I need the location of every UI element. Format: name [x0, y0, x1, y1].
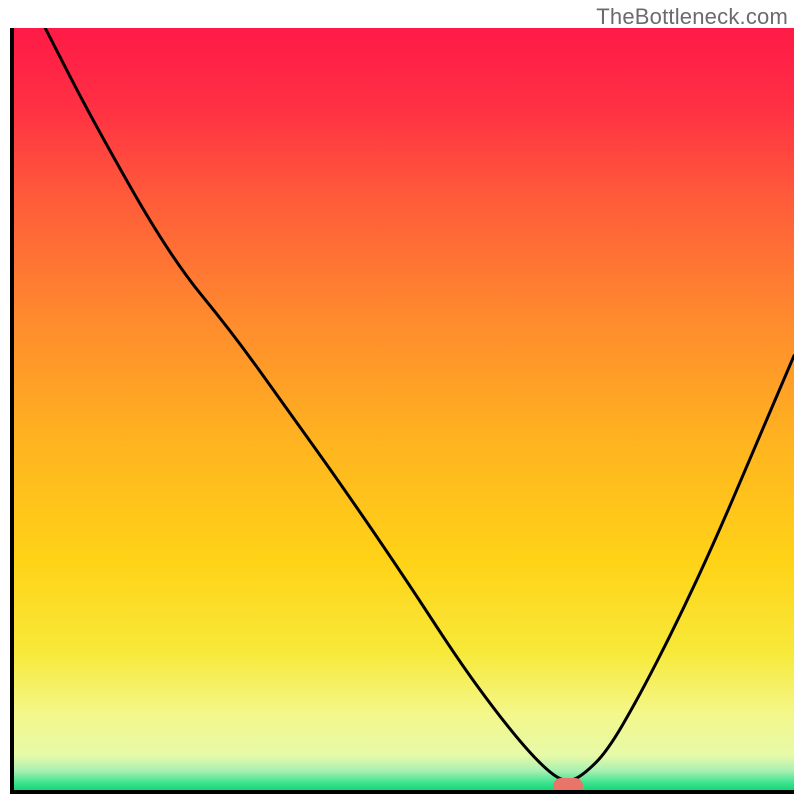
gradient-background	[14, 28, 794, 790]
plot-area	[10, 28, 794, 794]
optimum-marker	[553, 778, 583, 794]
chart-svg	[14, 28, 794, 790]
watermark-label: TheBottleneck.com	[596, 4, 788, 30]
